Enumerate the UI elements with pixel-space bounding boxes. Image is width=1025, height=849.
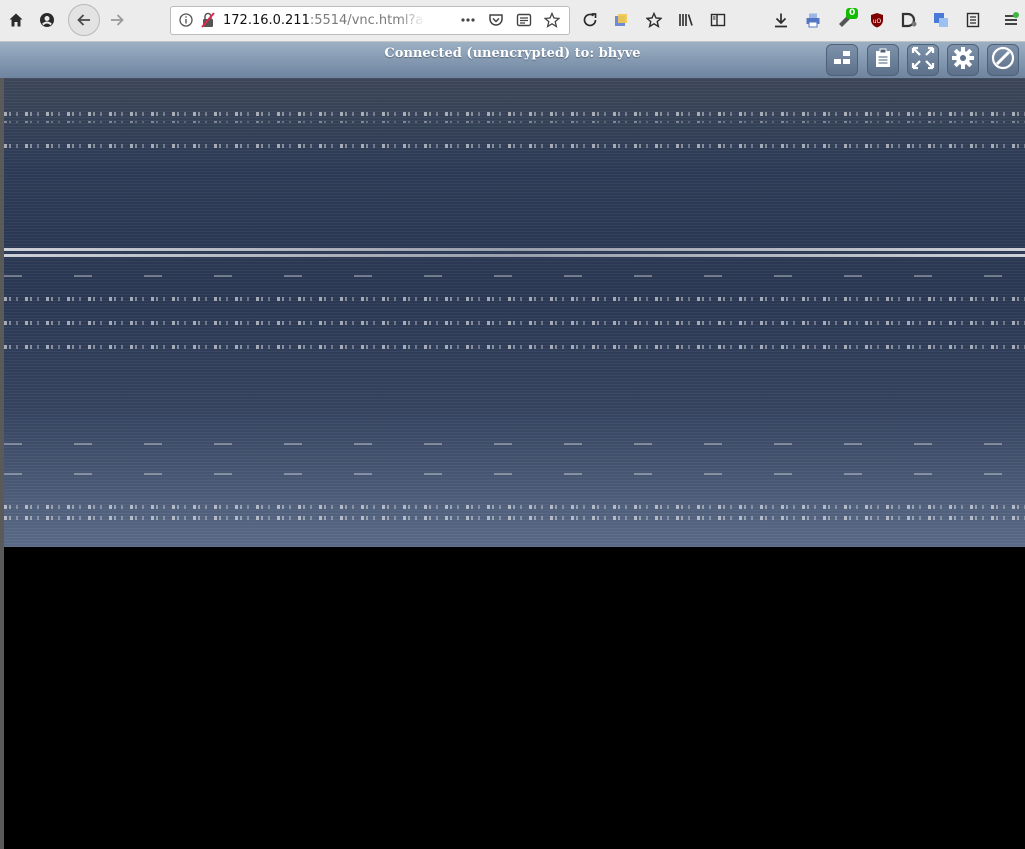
screen-artifact-line bbox=[4, 275, 1025, 277]
screen-artifact-line bbox=[4, 112, 1025, 116]
screen-artifact-line bbox=[4, 321, 1025, 325]
screen-artifact-line bbox=[4, 345, 1025, 349]
star-outline-icon[interactable] bbox=[641, 7, 667, 33]
vnc-remote-screen[interactable] bbox=[4, 78, 1025, 547]
fullscreen-icon bbox=[911, 46, 935, 74]
vnc-clipboard-button[interactable] bbox=[867, 44, 899, 76]
gear-icon bbox=[951, 46, 975, 74]
screen-artifact-line bbox=[4, 248, 1025, 251]
extension-d-icon[interactable] bbox=[896, 7, 922, 33]
screen-artifact-line bbox=[4, 254, 1025, 257]
back-button[interactable] bbox=[68, 4, 100, 36]
url-fade bbox=[399, 9, 425, 32]
screen-artifact-line bbox=[4, 516, 1025, 520]
svg-text:uO: uO bbox=[873, 18, 882, 25]
url-host: 172.16.0.211 bbox=[223, 13, 310, 28]
vnc-settings-button[interactable] bbox=[947, 44, 979, 76]
screen-artifact-line bbox=[4, 297, 1025, 301]
vnc-fullscreen-button[interactable] bbox=[907, 44, 939, 76]
pocket-icon[interactable] bbox=[485, 8, 507, 32]
info-icon[interactable] bbox=[175, 8, 197, 32]
screen-artifact-line bbox=[4, 144, 1025, 148]
menu-icon[interactable] bbox=[998, 7, 1024, 33]
addon-count-badge: 0 bbox=[846, 8, 859, 19]
vnc-remote-screen-blank-area[interactable] bbox=[4, 547, 1025, 849]
account-icon[interactable] bbox=[34, 7, 60, 33]
ublock-icon[interactable]: uO bbox=[864, 7, 890, 33]
page-actions-icon[interactable] bbox=[457, 8, 479, 32]
reader-view-icon[interactable] bbox=[513, 8, 535, 32]
vnc-disconnect-button[interactable] bbox=[987, 44, 1019, 76]
vnc-extra-keys-button[interactable] bbox=[826, 44, 858, 76]
extension-print-icon[interactable] bbox=[800, 7, 826, 33]
forward-button[interactable] bbox=[104, 7, 130, 33]
extra-keys-icon bbox=[832, 50, 852, 70]
screen-artifact-line bbox=[4, 473, 1025, 475]
home-icon[interactable] bbox=[3, 7, 29, 33]
library-icon[interactable] bbox=[673, 7, 699, 33]
url-text[interactable]: 172.16.0.211:5514/vnc.html?aut bbox=[223, 7, 423, 34]
bookmark-star-icon[interactable] bbox=[541, 8, 563, 32]
sidebar-icon[interactable] bbox=[705, 7, 731, 33]
screen-artifact-line bbox=[4, 443, 1025, 445]
screen-artifact-line bbox=[4, 505, 1025, 509]
translate-icon[interactable] bbox=[928, 7, 954, 33]
screen-artifact-line bbox=[4, 121, 1025, 123]
url-bar[interactable]: 172.16.0.211:5514/vnc.html?aut bbox=[170, 6, 570, 35]
extension-screenshot-icon[interactable] bbox=[608, 7, 634, 33]
reload-icon[interactable] bbox=[577, 7, 603, 33]
browser-toolbar: 172.16.0.211:5514/vnc.html?aut bbox=[0, 0, 1025, 42]
insecure-lock-icon[interactable] bbox=[197, 8, 219, 32]
disconnect-icon bbox=[991, 46, 1015, 74]
clipboard-icon bbox=[874, 48, 892, 72]
download-icon[interactable] bbox=[768, 7, 794, 33]
notes-icon[interactable] bbox=[960, 7, 986, 33]
